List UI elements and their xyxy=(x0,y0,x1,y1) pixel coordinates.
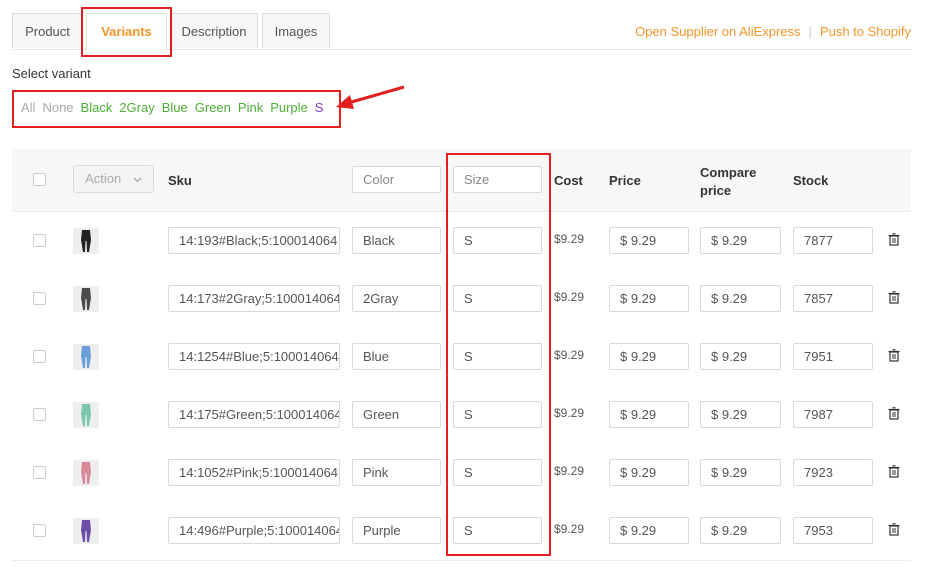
color-input[interactable]: Black xyxy=(352,227,441,254)
compare-price-input[interactable]: $ 9.29 xyxy=(700,459,781,486)
cost-value: $9.29 xyxy=(554,290,585,304)
row-checkbox[interactable] xyxy=(33,524,46,537)
cost-value: $9.29 xyxy=(554,232,585,246)
chevron-down-icon xyxy=(133,177,142,182)
stock-input[interactable]: 7857 xyxy=(793,285,873,312)
trash-icon[interactable] xyxy=(888,523,900,536)
red-arrow-icon xyxy=(336,85,405,109)
open-supplier-link[interactable]: Open Supplier on AliExpress xyxy=(635,24,800,39)
cost-header: Cost xyxy=(554,173,583,188)
compare-price-input[interactable]: $ 9.29 xyxy=(700,285,781,312)
leggings-icon xyxy=(81,288,91,310)
stock-input[interactable]: 7987 xyxy=(793,401,873,428)
product-thumbnail xyxy=(73,518,99,544)
color-input[interactable]: Blue xyxy=(352,343,441,370)
action-dropdown[interactable]: Action xyxy=(73,165,154,193)
sku-input[interactable]: 14:173#2Gray;5:100014064 xyxy=(168,285,340,312)
cost-value: $9.29 xyxy=(554,348,585,362)
sku-header: Sku xyxy=(168,173,192,188)
compare-price-input[interactable]: $ 9.29 xyxy=(700,401,781,428)
sku-input[interactable]: 14:193#Black;5:100014064 xyxy=(168,227,340,254)
color-input[interactable]: 2Gray xyxy=(352,285,441,312)
color-header-input[interactable]: Color xyxy=(352,166,441,193)
stock-header: Stock xyxy=(793,173,829,188)
stock-input[interactable]: 7953 xyxy=(793,517,873,544)
leggings-icon xyxy=(81,346,91,368)
product-thumbnail xyxy=(73,402,99,428)
compare-price-input[interactable]: $ 9.29 xyxy=(700,517,781,544)
product-thumbnail xyxy=(73,460,99,486)
stock-input[interactable]: 7951 xyxy=(793,343,873,370)
sku-input[interactable]: 14:496#Purple;5:100014064 xyxy=(168,517,340,544)
row-checkbox[interactable] xyxy=(33,466,46,479)
leggings-icon xyxy=(81,462,91,484)
price-input[interactable]: $ 9.29 xyxy=(609,459,689,486)
link-separator: | xyxy=(808,24,812,39)
leggings-icon xyxy=(81,404,91,426)
trash-icon[interactable] xyxy=(888,349,900,362)
trash-icon[interactable] xyxy=(888,233,900,246)
row-checkbox[interactable] xyxy=(33,234,46,247)
price-input[interactable]: $ 9.29 xyxy=(609,517,689,544)
tab-images[interactable]: Images xyxy=(262,13,330,48)
select-all-checkbox[interactable] xyxy=(33,173,46,186)
push-to-shopify-link[interactable]: Push to Shopify xyxy=(820,24,911,39)
action-label: Action xyxy=(85,171,122,186)
color-input[interactable]: Pink xyxy=(352,459,441,486)
price-input[interactable]: $ 9.29 xyxy=(609,343,689,370)
top-links: Open Supplier on AliExpress | Push to Shop… xyxy=(635,24,911,39)
highlight-box-size-column xyxy=(446,153,551,556)
highlight-box-filters xyxy=(12,90,341,128)
sku-input[interactable]: 14:1052#Pink;5:100014064 xyxy=(168,459,340,486)
stock-input[interactable]: 7923 xyxy=(793,459,873,486)
select-variant-label: Select variant xyxy=(12,66,91,81)
compare-price-input[interactable]: $ 9.29 xyxy=(700,227,781,254)
stock-input[interactable]: 7877 xyxy=(793,227,873,254)
compare-price-line1: Compare xyxy=(700,165,757,180)
sku-input[interactable]: 14:1254#Blue;5:100014064 xyxy=(168,343,340,370)
product-thumbnail xyxy=(73,344,99,370)
row-checkbox[interactable] xyxy=(33,350,46,363)
product-thumbnail xyxy=(73,228,99,254)
color-input[interactable]: Green xyxy=(352,401,441,428)
cost-value: $9.29 xyxy=(554,464,585,478)
trash-icon[interactable] xyxy=(888,407,900,420)
compare-price-line2: price xyxy=(700,183,732,198)
leggings-icon xyxy=(81,230,91,252)
tab-product[interactable]: Product xyxy=(12,13,83,48)
leggings-icon xyxy=(81,520,91,542)
price-input[interactable]: $ 9.29 xyxy=(609,227,689,254)
price-input[interactable]: $ 9.29 xyxy=(609,401,689,428)
cost-value: $9.29 xyxy=(554,522,585,536)
cost-value: $9.29 xyxy=(554,406,585,420)
highlight-box-variants-tab xyxy=(81,7,172,57)
trash-icon[interactable] xyxy=(888,465,900,478)
trash-icon[interactable] xyxy=(888,291,900,304)
price-input[interactable]: $ 9.29 xyxy=(609,285,689,312)
sku-input[interactable]: 14:175#Green;5:100014064 xyxy=(168,401,340,428)
price-header: Price xyxy=(609,173,641,188)
color-input[interactable]: Purple xyxy=(352,517,441,544)
row-checkbox[interactable] xyxy=(33,292,46,305)
compare-price-header: Compare price xyxy=(700,164,756,200)
product-thumbnail xyxy=(73,286,99,312)
tab-description[interactable]: Description xyxy=(170,13,258,48)
compare-price-input[interactable]: $ 9.29 xyxy=(700,343,781,370)
row-checkbox[interactable] xyxy=(33,408,46,421)
